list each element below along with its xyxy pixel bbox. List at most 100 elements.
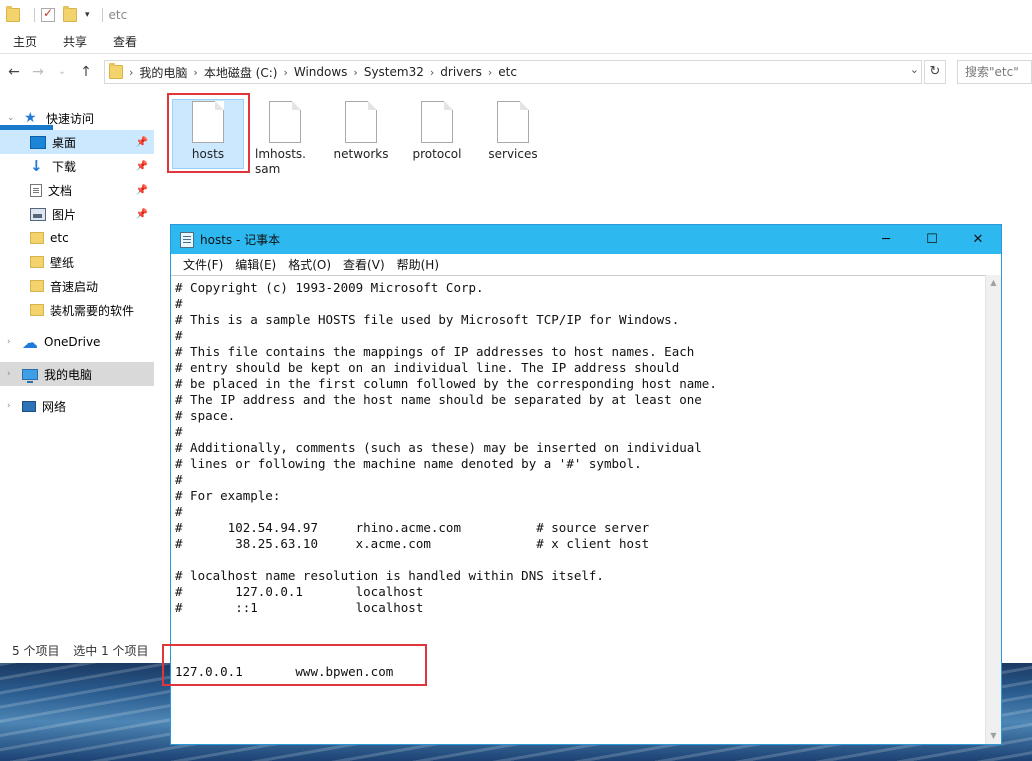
highlight-box bbox=[167, 93, 250, 173]
ribbon-tabs: 文件 主页 共享 查看 bbox=[0, 30, 1032, 149]
file-item-lmhosts[interactable]: lmhosts.sam bbox=[245, 95, 325, 177]
picture-icon bbox=[30, 207, 46, 221]
pin-icon[interactable]: 📌 bbox=[136, 137, 148, 148]
vertical-scrollbar[interactable]: ▲ ▼ bbox=[985, 275, 1001, 744]
breadcrumb-item[interactable]: drivers bbox=[434, 65, 488, 79]
download-icon: ↓ bbox=[30, 156, 43, 175]
menu-bar: 文件(F) 编辑(E) 格式(O) 查看(V) 帮助(H) bbox=[171, 254, 1001, 274]
sidebar-item-wallpaper[interactable]: 壁纸 bbox=[0, 250, 154, 274]
sidebar-item-label: etc bbox=[50, 231, 69, 245]
menu-view[interactable]: 查看(V) bbox=[337, 256, 391, 273]
sidebar-item-quick-launch[interactable]: 音速启动 bbox=[0, 274, 154, 298]
address-bar[interactable]: › 我的电脑 › 本地磁盘 (C:) › Windows › System32 … bbox=[104, 60, 922, 84]
window-title: hosts - 记事本 bbox=[200, 233, 281, 247]
chevron-down-icon[interactable]: ⌄ bbox=[7, 113, 15, 123]
sidebar-item-label: 我的电脑 bbox=[44, 367, 93, 382]
sidebar-item-label: 桌面 bbox=[52, 135, 77, 150]
breadcrumb-item[interactable]: System32 bbox=[358, 65, 430, 79]
folder-icon bbox=[6, 6, 20, 22]
notepad-titlebar[interactable]: hosts - 记事本 ─ ☐ ✕ bbox=[171, 225, 1001, 254]
star-icon: ★ bbox=[24, 109, 37, 126]
sidebar-item-label: OneDrive bbox=[44, 335, 101, 349]
network-icon bbox=[22, 400, 36, 412]
explorer-titlebar: ▾ etc bbox=[0, 0, 1032, 30]
recent-chevron-icon[interactable]: ⌄ bbox=[52, 62, 72, 82]
sidebar-item-etc[interactable]: etc bbox=[0, 226, 154, 250]
tab-share[interactable]: 共享 bbox=[50, 30, 100, 54]
highlight-box bbox=[162, 644, 427, 686]
chevron-right-icon[interactable]: › bbox=[7, 401, 11, 411]
back-arrow-icon[interactable]: ← bbox=[4, 62, 24, 82]
sidebar-item-label: 快速访问 bbox=[46, 111, 95, 126]
tab-view[interactable]: 查看 bbox=[100, 30, 150, 54]
chevron-down-icon[interactable]: ⌄ bbox=[910, 63, 919, 76]
sidebar-item-downloads[interactable]: ↓ 下载 📌 bbox=[0, 154, 154, 178]
file-name: services bbox=[488, 147, 538, 161]
file-name: networks bbox=[333, 147, 389, 161]
computer-icon bbox=[22, 368, 38, 383]
refresh-button[interactable]: ↻ bbox=[924, 60, 946, 84]
status-bar: 5 个项目 选中 1 个项目 bbox=[12, 642, 159, 659]
menu-edit[interactable]: 编辑(E) bbox=[229, 256, 282, 273]
selected-count: 选中 1 个项目 bbox=[73, 644, 149, 658]
chevron-right-icon[interactable]: › bbox=[7, 369, 11, 379]
minimize-button[interactable]: ─ bbox=[863, 225, 909, 254]
notepad-window: hosts - 记事本 ─ ☐ ✕ 文件(F) 编辑(E) 格式(O) 查看(V… bbox=[162, 224, 1002, 745]
folder-icon bbox=[30, 280, 44, 292]
menu-format[interactable]: 格式(O) bbox=[282, 256, 337, 273]
file-icon bbox=[497, 101, 529, 143]
sidebar-item-software[interactable]: 装机需要的软件 bbox=[0, 298, 154, 322]
scroll-down-icon[interactable]: ▼ bbox=[986, 728, 1001, 744]
sidebar-item-label: 音速启动 bbox=[50, 279, 99, 294]
sidebar-item-label: 装机需要的软件 bbox=[50, 303, 135, 318]
desktop-icon bbox=[30, 135, 46, 149]
item-count: 5 个项目 bbox=[12, 644, 60, 658]
folder-icon bbox=[30, 304, 44, 316]
sidebar-item-pictures[interactable]: 图片 📌 bbox=[0, 202, 154, 226]
window-title: etc bbox=[108, 8, 128, 22]
file-item-protocol[interactable]: protocol bbox=[396, 95, 478, 162]
tab-home[interactable]: 主页 bbox=[0, 30, 50, 54]
navigation-pane: ⌄ ★ 快速访问 桌面 📌 ↓ 下载 📌 文档 📌 图片 📌 etc 壁纸 音速… bbox=[0, 104, 156, 434]
chevron-right-icon[interactable]: › bbox=[7, 337, 11, 347]
pin-icon[interactable]: 📌 bbox=[136, 161, 148, 172]
menu-help[interactable]: 帮助(H) bbox=[391, 256, 445, 273]
pin-icon[interactable]: 📌 bbox=[136, 209, 148, 220]
breadcrumb-item[interactable]: 我的电脑 bbox=[133, 64, 193, 81]
breadcrumb-item[interactable]: Windows bbox=[288, 65, 354, 79]
close-button[interactable]: ✕ bbox=[955, 225, 1001, 254]
breadcrumb-item[interactable]: etc bbox=[492, 65, 523, 79]
file-icon bbox=[269, 101, 301, 143]
search-input[interactable]: 搜索"etc" bbox=[957, 60, 1032, 84]
sidebar-item-my-computer[interactable]: › 我的电脑 bbox=[0, 362, 154, 386]
chevron-down-icon[interactable]: ▾ bbox=[85, 10, 90, 20]
file-item-services[interactable]: services bbox=[472, 95, 554, 162]
file-item-networks[interactable]: networks bbox=[320, 95, 402, 162]
file-name: protocol bbox=[412, 147, 462, 161]
folder-icon bbox=[30, 256, 44, 268]
breadcrumb-item[interactable]: 本地磁盘 (C:) bbox=[198, 64, 284, 81]
pin-icon[interactable]: 📌 bbox=[136, 185, 148, 196]
cloud-icon: ☁ bbox=[22, 332, 38, 352]
sidebar-item-network[interactable]: › 网络 bbox=[0, 394, 154, 418]
properties-icon[interactable] bbox=[41, 6, 55, 22]
sidebar-item-desktop[interactable]: 桌面 📌 bbox=[0, 130, 154, 154]
sidebar-item-label: 图片 bbox=[52, 207, 77, 222]
document-icon bbox=[30, 183, 42, 197]
new-folder-icon[interactable] bbox=[63, 6, 77, 22]
sidebar-item-onedrive[interactable]: › ☁ OneDrive bbox=[0, 330, 154, 354]
up-arrow-icon[interactable]: ↑ bbox=[76, 62, 96, 82]
maximize-button[interactable]: ☐ bbox=[909, 225, 955, 254]
sidebar-item-quick-access[interactable]: ⌄ ★ 快速访问 bbox=[0, 106, 154, 130]
divider bbox=[34, 8, 35, 22]
folder-icon bbox=[30, 232, 44, 244]
sidebar-item-label: 网络 bbox=[42, 399, 67, 414]
divider bbox=[101, 8, 103, 22]
scroll-up-icon[interactable]: ▲ bbox=[986, 275, 1001, 291]
hosts-file-content[interactable]: # Copyright (c) 1993-2009 Microsoft Corp… bbox=[175, 280, 717, 680]
sidebar-item-documents[interactable]: 文档 📌 bbox=[0, 178, 154, 202]
forward-arrow-icon[interactable]: → bbox=[28, 62, 48, 82]
sidebar-item-label: 壁纸 bbox=[50, 255, 75, 270]
menu-file[interactable]: 文件(F) bbox=[177, 256, 229, 273]
navigation-bar: ← → ⌄ ↑ › 我的电脑 › 本地磁盘 (C:) › Windows › S… bbox=[0, 58, 1032, 86]
